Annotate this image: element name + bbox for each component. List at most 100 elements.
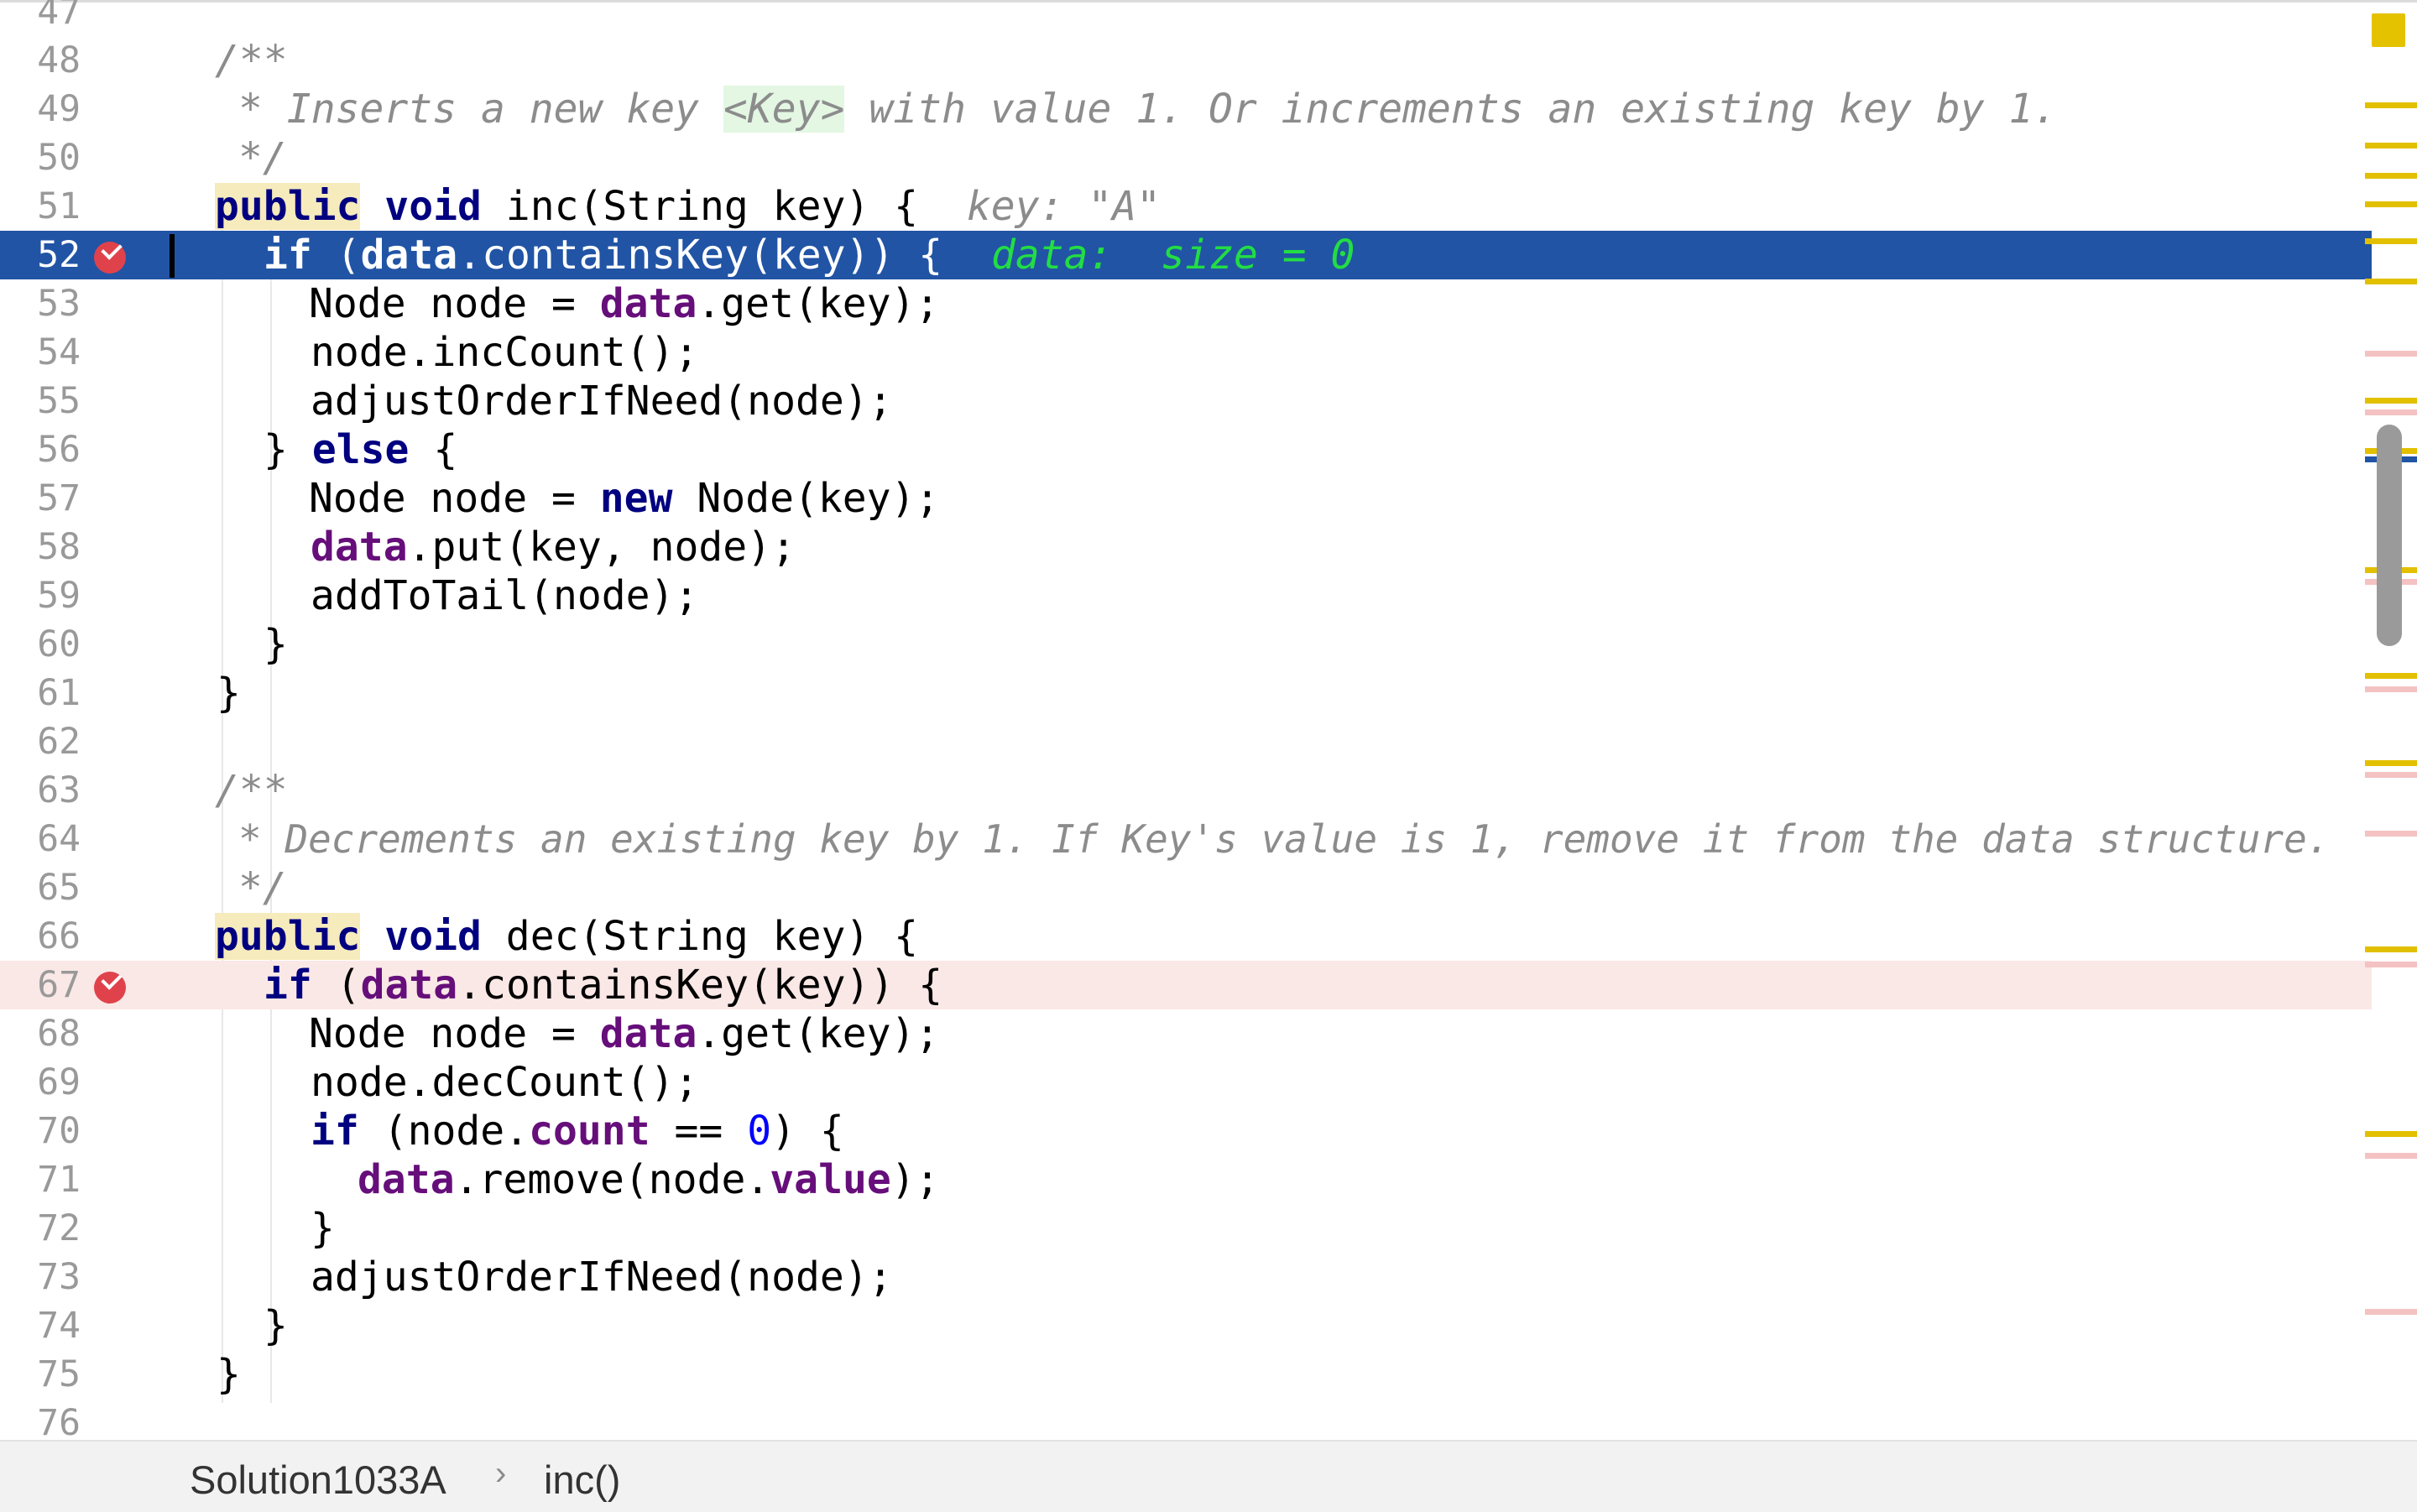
code-line[interactable]: 58 data.put(key, node); — [0, 523, 2372, 571]
scrollbar-thumb[interactable] — [2377, 425, 2402, 646]
code-line[interactable]: 48 /** — [0, 36, 2372, 85]
line-code: adjustOrderIfNeed(node); — [311, 378, 893, 425]
error-marker[interactable] — [2365, 351, 2417, 357]
field-data: data — [599, 280, 697, 327]
code-line[interactable]: 63 /** — [0, 766, 2372, 815]
code-line[interactable]: 57 Node node = new Node(key); — [0, 474, 2372, 523]
line-number[interactable]: 61 — [0, 669, 81, 717]
line-number[interactable]: 67 — [0, 961, 81, 1009]
code-line[interactable]: 60 } — [0, 620, 2372, 669]
code-line[interactable]: 66 public void dec(String key) { — [0, 912, 2372, 961]
code-line[interactable]: 59 addToTail(node); — [0, 571, 2372, 620]
line-number[interactable]: 68 — [0, 1009, 81, 1058]
line-number[interactable]: 65 — [0, 863, 81, 912]
line-number[interactable]: 66 — [0, 912, 81, 961]
code-text: Node(key); — [697, 475, 940, 522]
line-number[interactable]: 59 — [0, 571, 81, 620]
warning-marker[interactable] — [2365, 760, 2417, 766]
method-signature: dec(String key) { — [505, 913, 919, 960]
line-number[interactable]: 48 — [0, 36, 81, 85]
line-number[interactable]: 71 — [0, 1155, 81, 1204]
error-marker[interactable] — [2365, 772, 2417, 778]
line-number[interactable]: 63 — [0, 766, 81, 815]
code-line[interactable]: 51 public void inc(String key) { key: "A… — [0, 182, 2372, 231]
code-line[interactable]: 61 } — [0, 669, 2372, 717]
code-line[interactable]: 56 } else { — [0, 425, 2372, 474]
breakpoint-line[interactable]: 67 if (data.containsKey(key)) { — [0, 961, 2372, 1009]
code-line[interactable]: 70 if (node.count == 0) { — [0, 1107, 2372, 1155]
code-line[interactable]: 47 — [0, 0, 2372, 36]
warning-marker[interactable] — [2365, 201, 2417, 207]
line-code: */ — [238, 133, 287, 182]
error-marker[interactable] — [2365, 686, 2417, 692]
line-number[interactable]: 50 — [0, 133, 81, 182]
line-code: public void inc(String key) { key: "A" — [215, 182, 1161, 231]
warning-marker[interactable] — [2365, 279, 2417, 284]
code-text: Node node = — [309, 1010, 600, 1057]
error-marker[interactable] — [2365, 1309, 2417, 1315]
error-marker[interactable] — [2365, 409, 2417, 415]
warning-marker[interactable] — [2365, 238, 2417, 244]
code-line[interactable]: 68 Node node = data.get(key); — [0, 1009, 2372, 1058]
error-marker[interactable] — [2365, 831, 2417, 837]
breakpoint-icon[interactable] — [94, 972, 126, 1004]
warning-marker[interactable] — [2365, 673, 2417, 679]
line-number[interactable]: 62 — [0, 717, 81, 766]
line-number[interactable]: 70 — [0, 1107, 81, 1155]
code-line[interactable]: 75 } — [0, 1350, 2372, 1399]
error-marker[interactable] — [2365, 1153, 2417, 1159]
warning-marker[interactable] — [2365, 143, 2417, 149]
code-text: Node node = — [309, 280, 600, 327]
code-line[interactable]: 74 } — [0, 1301, 2372, 1350]
breadcrumb-class[interactable]: Solution1033A — [190, 1457, 446, 1503]
line-number[interactable]: 47 — [0, 0, 81, 36]
code-line[interactable]: 50 */ — [0, 133, 2372, 182]
code-line[interactable]: 71 data.remove(node.value); — [0, 1155, 2372, 1204]
code-line[interactable]: 73 adjustOrderIfNeed(node); — [0, 1253, 2372, 1301]
line-number[interactable]: 57 — [0, 474, 81, 523]
breakpoint-icon[interactable] — [94, 242, 126, 274]
warning-marker[interactable] — [2365, 102, 2417, 108]
text-caret — [170, 234, 175, 278]
current-execution-line[interactable]: 52 if (data.containsKey(key)) { data: si… — [0, 231, 2372, 279]
line-number[interactable]: 53 — [0, 279, 81, 328]
line-number[interactable]: 75 — [0, 1350, 81, 1399]
line-number[interactable]: 73 — [0, 1253, 81, 1301]
code-line[interactable]: 49 * Inserts a new key <Key> with value … — [0, 85, 2372, 133]
line-number[interactable]: 72 — [0, 1204, 81, 1253]
line-number[interactable]: 69 — [0, 1058, 81, 1107]
line-number[interactable]: 58 — [0, 523, 81, 571]
line-number[interactable]: 76 — [0, 1399, 81, 1440]
line-code: * Decrements an existing key by 1. If Ke… — [238, 815, 2331, 863]
code-line[interactable]: 54 node.incCount(); — [0, 328, 2372, 377]
error-marker[interactable] — [2365, 962, 2417, 967]
line-number[interactable]: 55 — [0, 377, 81, 425]
line-code: node.decCount(); — [311, 1059, 699, 1106]
keyword-else: else — [311, 426, 410, 473]
comment-tag: <Key> — [723, 86, 845, 133]
code-line[interactable]: 64 * Decrements an existing key by 1. If… — [0, 815, 2372, 863]
error-stripe[interactable] — [2365, 0, 2417, 1440]
code-line[interactable]: 72 } — [0, 1204, 2372, 1253]
line-number[interactable]: 64 — [0, 815, 81, 863]
code-line[interactable]: 69 node.decCount(); — [0, 1058, 2372, 1107]
line-number[interactable]: 51 — [0, 182, 81, 231]
warning-marker[interactable] — [2365, 398, 2417, 404]
code-line[interactable]: 76 — [0, 1399, 2372, 1440]
line-number[interactable]: 56 — [0, 425, 81, 474]
warning-marker[interactable] — [2365, 946, 2417, 952]
line-number[interactable]: 49 — [0, 85, 81, 133]
line-number[interactable]: 74 — [0, 1301, 81, 1350]
code-line[interactable]: 62 — [0, 717, 2372, 766]
line-number[interactable]: 52 — [0, 231, 81, 279]
code-line[interactable]: 53 Node node = data.get(key); — [0, 279, 2372, 328]
breadcrumb-method[interactable]: inc() — [544, 1457, 620, 1503]
line-number[interactable]: 60 — [0, 620, 81, 669]
warning-marker[interactable] — [2365, 1131, 2417, 1137]
line-number[interactable]: 54 — [0, 328, 81, 377]
warning-marker[interactable] — [2365, 173, 2417, 179]
code-line[interactable]: 55 adjustOrderIfNeed(node); — [0, 377, 2372, 425]
code-line[interactable]: 65 */ — [0, 863, 2372, 912]
code-editor[interactable]: 47 48 /** 49 * Inserts a new key <Key> w… — [0, 0, 2417, 1440]
line-code: } — [264, 1302, 288, 1349]
